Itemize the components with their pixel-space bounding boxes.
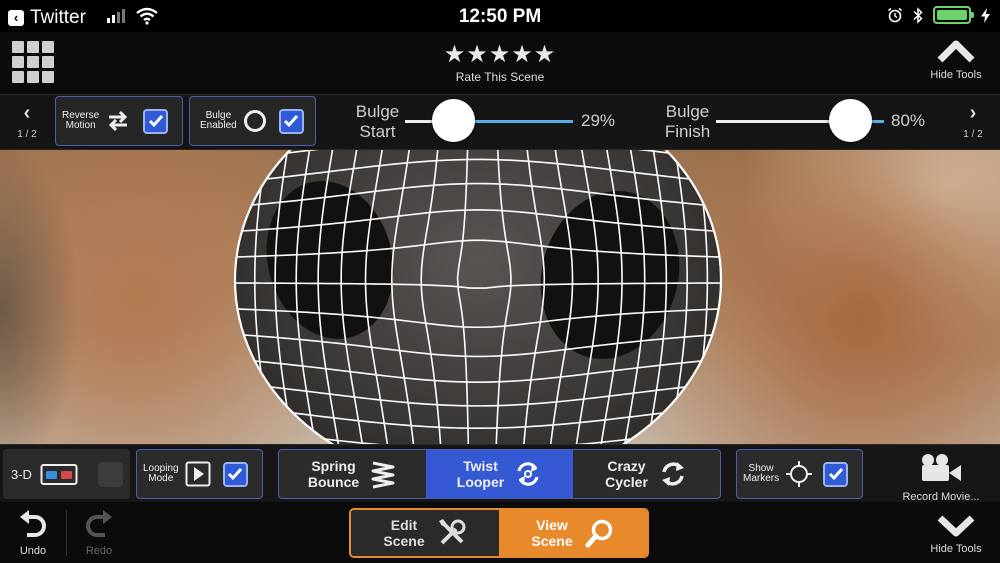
hide-tools-top-button[interactable]: Hide Tools	[926, 38, 986, 81]
page-prev-button[interactable]: ‹ 1 / 2	[12, 103, 42, 140]
redo-label: Redo	[85, 545, 113, 557]
effect-label: Spring Bounce	[307, 458, 360, 490]
top-toolbar: ★★★★★ Rate This Scene Hide Tools	[0, 32, 1000, 94]
bulge-start-label: Bulge Start	[355, 102, 400, 141]
reverse-arrows-icon	[109, 110, 128, 132]
scene-mode-toggle: Edit Scene View Scene	[349, 508, 649, 558]
modes-bar: 3-D Looping Mode Spring Bounce Twist Loo…	[0, 444, 1000, 503]
spring-icon	[371, 461, 395, 489]
chevron-down-icon	[937, 515, 975, 537]
alarm-icon	[888, 7, 902, 23]
redo-arrow-icon	[86, 510, 112, 537]
edit-scene-button[interactable]: Edit Scene	[351, 510, 499, 556]
crosshair-marker-icon	[786, 461, 813, 487]
hide-tools-bottom-button[interactable]: Hide Tools	[926, 514, 986, 555]
tools-icon	[438, 519, 466, 545]
bulge-start-slider-track[interactable]	[405, 120, 573, 123]
reverse-motion-label: Reverse Motion	[62, 110, 100, 131]
rate-scene-button[interactable]: ★★★★★ Rate This Scene	[400, 41, 600, 85]
redo-button[interactable]: Redo	[74, 510, 124, 557]
effect-label: Twist Looper	[456, 458, 505, 490]
checkmark-icon	[148, 115, 163, 128]
parameters-bar: ‹ 1 / 2 Reverse Motion Bulge Enabled Bul…	[0, 94, 1000, 150]
effect-crazy-cycler[interactable]: Crazy Cycler	[573, 450, 720, 498]
checkmark-icon	[828, 468, 843, 481]
bulge-finish-slider-thumb[interactable]	[828, 99, 872, 142]
grid-menu-icon[interactable]	[12, 41, 54, 83]
page-indicator: 1 / 2	[963, 129, 983, 140]
view-scene-button[interactable]: View Scene	[499, 510, 647, 556]
cycle-arrows-icon	[661, 462, 684, 486]
clock: 12:50 PM	[458, 6, 542, 27]
twist-cycle-icon	[517, 462, 539, 486]
looping-mode-option[interactable]: Looping Mode	[136, 449, 263, 499]
edit-scene-label: Edit Scene	[383, 517, 425, 549]
effect-label: Crazy Cycler	[605, 458, 648, 490]
page-next-button[interactable]: › 1 / 2	[958, 103, 988, 140]
undo-label: Undo	[19, 545, 47, 557]
show-markers-option[interactable]: Show Markers	[736, 449, 863, 499]
looping-mode-checkbox[interactable]	[222, 461, 248, 487]
checkmark-icon	[284, 115, 299, 128]
toolbar-divider	[66, 510, 67, 556]
three-d-option[interactable]: 3-D	[3, 449, 130, 499]
chevron-right-icon: ›	[969, 102, 977, 124]
bulge-enabled-checkbox[interactable]	[278, 108, 304, 134]
rate-scene-label: Rate This Scene	[455, 70, 545, 84]
chevron-up-icon	[937, 40, 975, 63]
show-markers-label: Show Markers	[743, 463, 780, 484]
three-d-label: 3-D	[11, 466, 32, 482]
bulge-start-slider-thumb[interactable]	[432, 99, 476, 142]
record-movie-button[interactable]: Record Movie...	[896, 453, 986, 503]
bluetooth-icon	[913, 6, 923, 24]
scene-canvas[interactable]	[0, 150, 1000, 444]
movie-camera-icon	[922, 454, 961, 481]
hide-tools-label: Hide Tools	[930, 69, 982, 81]
bulge-finish-label: Bulge Finish	[664, 102, 711, 141]
undo-arrow-icon	[20, 510, 46, 537]
bulge-start-value: 29%	[581, 111, 616, 130]
play-icon	[185, 461, 211, 487]
status-bar: ‹ Twitter 12:50 PM	[0, 0, 1000, 32]
three-d-checkbox[interactable]	[97, 461, 123, 487]
magnifier-icon	[585, 519, 612, 548]
effect-spring-bounce[interactable]: Spring Bounce	[279, 450, 426, 498]
status-right	[887, 6, 990, 24]
circle-icon	[243, 110, 266, 132]
rating-stars-icon: ★★★★★	[443, 41, 557, 68]
view-scene-label: View Scene	[531, 517, 573, 549]
bulge-enabled-label: Bulge Enabled	[200, 110, 237, 131]
battery-icon	[933, 6, 974, 24]
bulge-warp-overlay	[233, 150, 723, 444]
bulge-enabled-option[interactable]: Bulge Enabled	[189, 96, 316, 146]
bulge-finish-value: 80%	[891, 111, 926, 130]
3d-glasses-icon	[40, 464, 78, 485]
show-markers-checkbox[interactable]	[823, 461, 849, 487]
charging-bolt-icon	[981, 7, 990, 23]
undo-button[interactable]: Undo	[8, 510, 58, 557]
effect-selector: Spring Bounce Twist Looper Crazy Cycler	[278, 449, 721, 499]
effect-twist-looper[interactable]: Twist Looper	[426, 450, 573, 498]
reverse-motion-option[interactable]: Reverse Motion	[55, 96, 183, 146]
checkmark-icon	[228, 468, 243, 481]
looping-mode-label: Looping Mode	[143, 463, 179, 484]
bottom-toolbar: Undo Redo Edit Scene View Scene Hide Too…	[0, 502, 1000, 563]
hide-tools-label: Hide Tools	[930, 543, 982, 555]
reverse-motion-checkbox[interactable]	[143, 108, 169, 134]
page-indicator: 1 / 2	[17, 129, 37, 140]
chevron-left-icon: ‹	[23, 102, 31, 124]
